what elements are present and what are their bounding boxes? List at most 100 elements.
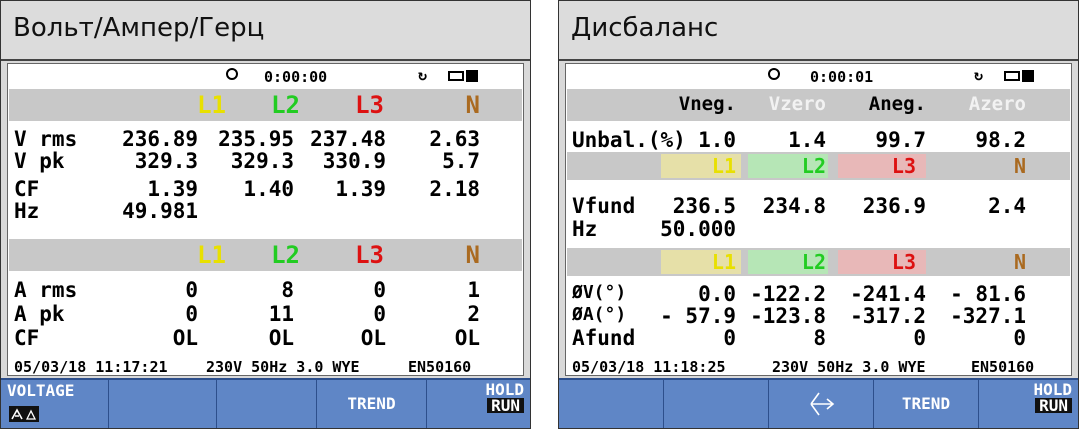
acf-n: OL bbox=[454, 326, 480, 350]
row-label: ØV(°) bbox=[572, 282, 627, 303]
header-l2: L2 bbox=[801, 250, 826, 274]
afund-l2: 8 bbox=[813, 326, 826, 350]
memory-icon bbox=[448, 71, 464, 81]
nominal-config: 230V 50Hz 3.0 WYE bbox=[206, 358, 360, 376]
standard: EN50160 bbox=[971, 358, 1035, 376]
phia-n: -327.1 bbox=[950, 304, 1026, 328]
row-label: A pk bbox=[14, 302, 65, 326]
softkey-bar: TREND HOLD RUN bbox=[559, 378, 1078, 428]
arms-n: 1 bbox=[467, 278, 480, 302]
hz-value: 49.981 bbox=[122, 199, 198, 223]
battery-icon bbox=[1022, 70, 1034, 82]
hold-run-softkey[interactable]: HOLD RUN bbox=[979, 380, 1078, 428]
header-aneg: Aneg. bbox=[868, 93, 926, 115]
run-label: RUN bbox=[487, 398, 524, 414]
row-label: A rms bbox=[14, 278, 78, 302]
header-n: N bbox=[1013, 154, 1026, 178]
title-bar: Дисбаланс bbox=[559, 1, 1078, 61]
header-l3: L3 bbox=[891, 154, 916, 178]
vrms-n: 2.63 bbox=[429, 127, 480, 151]
vrms-l3: 237.48 bbox=[310, 127, 386, 151]
page-title: Вольт/Ампер/Герц bbox=[13, 13, 265, 43]
measurement-panel: 0:00:00 ↻ L1 L2 L3 N V rms 236.89 235.95… bbox=[7, 63, 524, 376]
header-l1: L1 bbox=[711, 250, 736, 274]
phiv-n: - 81.6 bbox=[950, 282, 1026, 306]
trend-softkey[interactable]: TREND bbox=[874, 380, 979, 428]
vpk-l3: 330.9 bbox=[322, 149, 386, 173]
vrms-l1: 236.89 bbox=[122, 127, 198, 151]
unbalance-screen: Дисбаланс 0:00:01 ↻ Vneg. Vzero Aneg. Az… bbox=[558, 0, 1079, 429]
arms-l3: 0 bbox=[373, 278, 386, 302]
header-l2: L2 bbox=[271, 241, 300, 269]
header-l2: L2 bbox=[801, 154, 826, 178]
vcf-l2: 1.40 bbox=[243, 177, 294, 201]
row-label: Hz bbox=[572, 217, 598, 241]
vfund-l1: 236.5 bbox=[672, 194, 736, 218]
measurement-panel: 0:00:01 ↻ Vneg. Vzero Aneg. Azero Unbal.… bbox=[565, 63, 1072, 376]
phiv-l1: 0.0 bbox=[698, 282, 736, 306]
vpk-n: 5.7 bbox=[442, 149, 480, 173]
phasor-softkey[interactable] bbox=[769, 380, 874, 428]
trend-label: TREND bbox=[347, 394, 396, 413]
timer-icon bbox=[226, 68, 238, 80]
phiv-l3: -241.4 bbox=[850, 282, 926, 306]
arms-l2: 8 bbox=[281, 278, 294, 302]
volt-amp-hertz-screen: Вольт/Ампер/Герц 0:00:00 ↻ L1 L2 L3 N V … bbox=[0, 0, 531, 429]
vpk-l1: 329.3 bbox=[134, 149, 198, 173]
elapsed-time: 0:00:00 bbox=[264, 68, 328, 86]
softkey-bar: VOLTAGE TREND HOLD RUN bbox=[1, 378, 530, 428]
header-n: N bbox=[1013, 250, 1026, 274]
row-label: V pk bbox=[14, 149, 65, 173]
row-label: ØA(°) bbox=[572, 304, 627, 325]
afund-l3: 0 bbox=[913, 326, 926, 350]
apk-n: 2 bbox=[467, 302, 480, 326]
standard: EN50160 bbox=[408, 358, 472, 376]
apk-l2: 11 bbox=[268, 302, 294, 326]
waveform-icon bbox=[9, 406, 39, 422]
softkey-2[interactable] bbox=[109, 380, 217, 428]
row-label: Hz bbox=[14, 199, 40, 223]
apk-l3: 0 bbox=[373, 302, 386, 326]
nominal-config: 230V 50Hz 3.0 WYE bbox=[772, 358, 926, 376]
row-label: CF bbox=[14, 177, 40, 201]
vfund-l3: 236.9 bbox=[862, 194, 926, 218]
rotation-icon: ↻ bbox=[974, 66, 984, 84]
vcf-l1: 1.39 bbox=[147, 177, 198, 201]
softkey-1[interactable] bbox=[559, 380, 664, 428]
battery-icon bbox=[466, 70, 478, 82]
header-n: N bbox=[465, 91, 480, 119]
row-label: CF bbox=[14, 326, 40, 350]
timer-icon bbox=[768, 68, 780, 80]
vfund-n: 2.4 bbox=[988, 194, 1026, 218]
header-vneg: Vneg. bbox=[678, 93, 736, 115]
header-l1: L1 bbox=[711, 154, 736, 178]
trend-softkey[interactable]: TREND bbox=[317, 380, 427, 428]
softkey-2[interactable] bbox=[664, 380, 769, 428]
vpk-l2: 329.3 bbox=[230, 149, 294, 173]
vrms-l2: 235.95 bbox=[218, 127, 294, 151]
header-l1: L1 bbox=[197, 241, 226, 269]
memory-icon bbox=[1004, 71, 1020, 81]
header-l2: L2 bbox=[271, 91, 300, 119]
phia-l3: -317.2 bbox=[850, 304, 926, 328]
voltage-softkey[interactable]: VOLTAGE bbox=[1, 380, 109, 428]
acf-l1: OL bbox=[172, 326, 198, 350]
row-label: V rms bbox=[14, 127, 78, 151]
run-label: RUN bbox=[1035, 398, 1072, 414]
phasor-icon bbox=[807, 390, 837, 422]
hold-run-softkey[interactable]: HOLD RUN bbox=[427, 380, 530, 428]
trend-label: TREND bbox=[901, 394, 951, 413]
header-l3: L3 bbox=[891, 250, 916, 274]
unbal-azero: 98.2 bbox=[975, 128, 1026, 152]
afund-n: 0 bbox=[1013, 326, 1026, 350]
afund-l1: 0 bbox=[723, 326, 736, 350]
hz-value: 50.000 bbox=[660, 217, 736, 241]
page-title: Дисбаланс bbox=[571, 13, 719, 43]
datetime: 05/03/18 11:18:25 bbox=[572, 358, 726, 376]
header-l3: L3 bbox=[355, 241, 384, 269]
acf-l3: OL bbox=[360, 326, 386, 350]
phia-l1: - 57.9 bbox=[660, 304, 736, 328]
softkey-3[interactable] bbox=[217, 380, 317, 428]
acf-l2: OL bbox=[268, 326, 294, 350]
header-azero: Azero bbox=[968, 93, 1026, 115]
